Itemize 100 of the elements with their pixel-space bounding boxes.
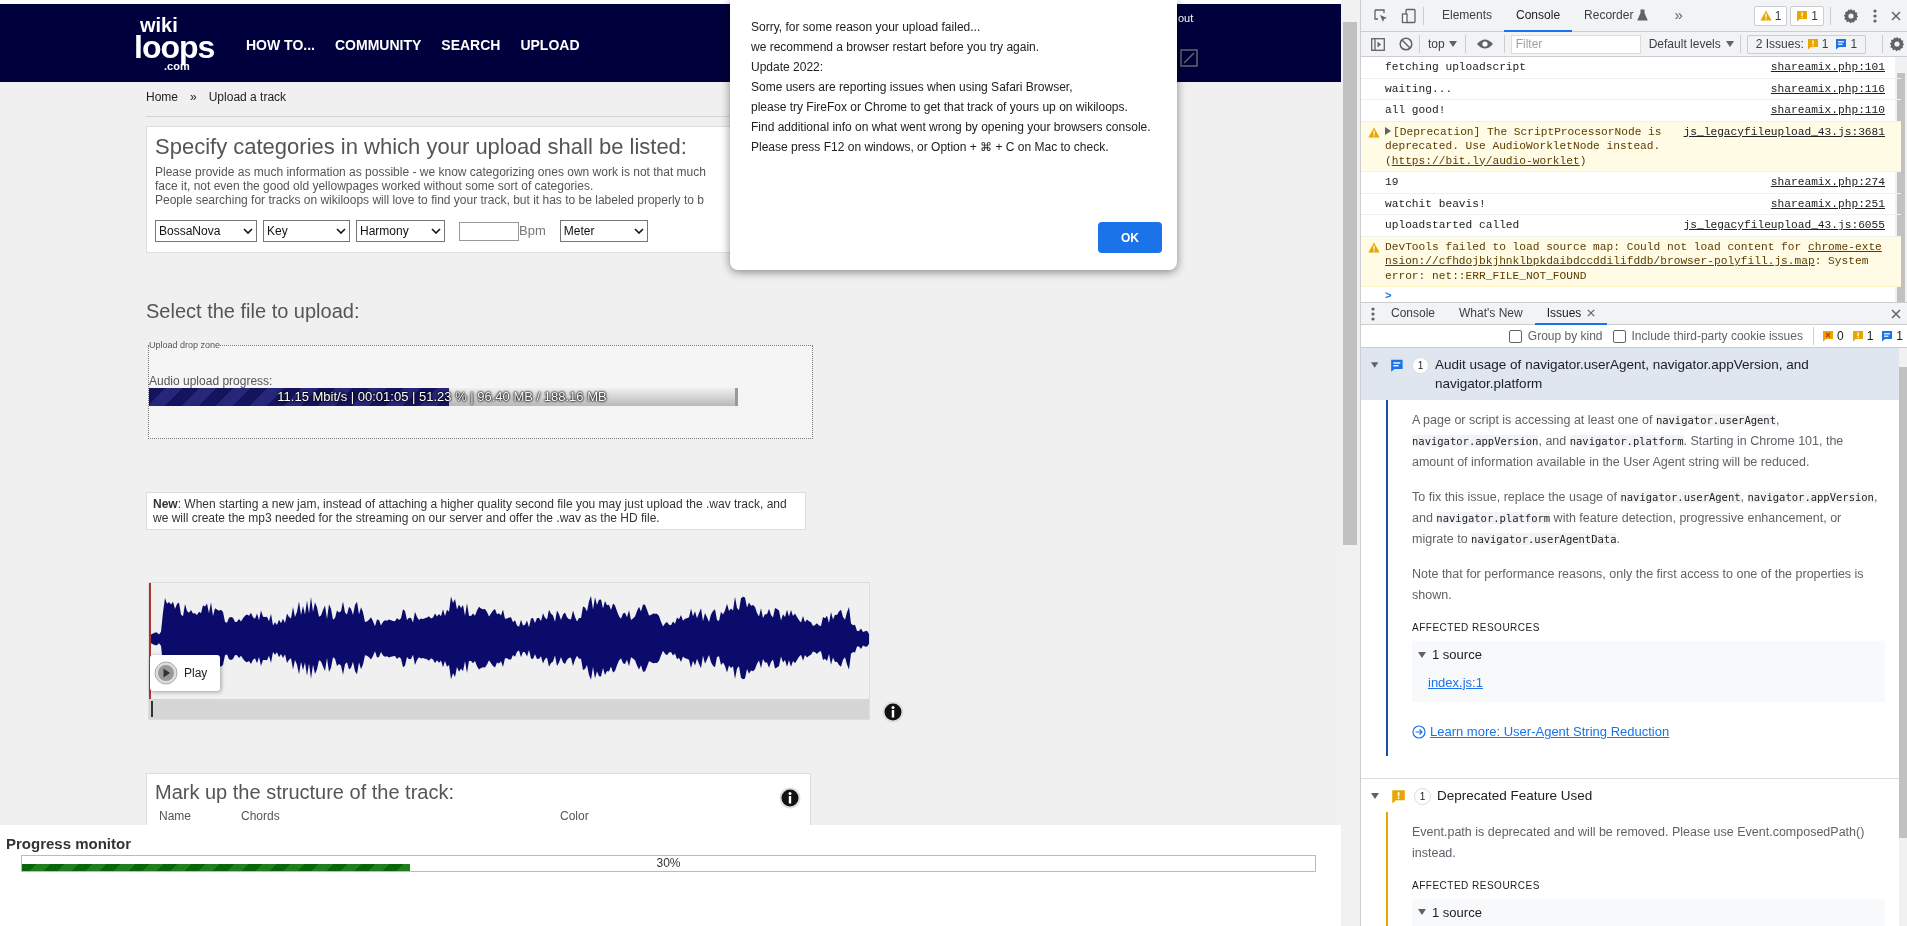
drawer-tab[interactable]: Console xyxy=(1379,302,1448,325)
checkbox-option[interactable]: Include third-party cookie issues xyxy=(1612,327,1803,345)
play-button[interactable]: Play xyxy=(150,655,220,691)
issue-header[interactable]: 1 Audit usage of navigator.userAgent, navigator.appVersion, and navigator.platform xyxy=(1361,348,1899,400)
levels-dropdown[interactable]: Default levels xyxy=(1648,35,1734,53)
close-icon[interactable] xyxy=(1587,308,1596,317)
console-message: uploadstarted called xyxy=(1385,218,1521,233)
caret-icon xyxy=(1418,651,1426,658)
sources-toggle[interactable]: 1 source xyxy=(1418,645,1885,665)
menu-icon[interactable] xyxy=(1873,8,1877,23)
clear-icon[interactable] xyxy=(1399,37,1413,51)
issue-kind-icon xyxy=(1390,358,1405,373)
panel-tab[interactable]: Elements xyxy=(1430,0,1505,32)
dropdown[interactable]: Harmony xyxy=(356,220,445,242)
device-icon[interactable] xyxy=(1401,7,1417,24)
issues-scrollbar[interactable] xyxy=(1899,367,1907,838)
info-issue-icon xyxy=(1881,330,1894,342)
caret-icon xyxy=(1418,909,1426,916)
section-label: AFFECTED RESOURCES xyxy=(1412,878,1541,893)
console-message: waiting... xyxy=(1385,81,1454,96)
logo-text[interactable]: wiki xyxy=(140,14,226,35)
console-message: watchit beavis! xyxy=(1385,196,1487,211)
column-header: Chords xyxy=(241,808,281,825)
console-message: [Deprecation] The ScriptProcessorNode is deprecated. Use AudioWorkletNode instead. (https://bit.ly/audio-worklet) xyxy=(1385,124,1663,168)
dropdown[interactable]: Key xyxy=(263,220,350,242)
seek-marker xyxy=(151,701,153,717)
caret-icon xyxy=(1725,41,1734,47)
inspect-icon[interactable] xyxy=(1373,7,1389,24)
section-label: AFFECTED RESOURCES xyxy=(1412,621,1541,635)
expand-icon[interactable] xyxy=(1385,126,1391,135)
description-text: face it, not even the good old yellowpages worked without some sort of categories. xyxy=(155,179,595,193)
section-title: Mark up the structure of the track: xyxy=(155,780,454,805)
dialog-text: Update 2022: xyxy=(751,59,825,76)
drawer-tab[interactable]: What's New xyxy=(1447,302,1535,325)
info-icon[interactable] xyxy=(882,701,904,723)
issue-title: Audit usage of navigator.userAgent, navigator.appVersion, and navigator.platform xyxy=(1435,356,1810,393)
breadcrumb-link[interactable]: Home xyxy=(146,88,178,106)
filter-field[interactable]: Filter xyxy=(1510,34,1641,54)
console-message: all good! xyxy=(1385,103,1447,118)
breadcrumb-separator: » xyxy=(190,89,197,106)
source-link[interactable]: shareamix.php:110 xyxy=(1770,103,1885,118)
close-icon[interactable] xyxy=(1891,308,1901,319)
source-link[interactable]: index.js:1 xyxy=(1428,672,1483,692)
dropdown[interactable]: Meter xyxy=(559,220,648,242)
more-tabs-button[interactable]: » xyxy=(1674,4,1683,27)
nav-link[interactable]: COMMUNITY xyxy=(334,34,422,56)
issue-count: 0 xyxy=(1836,328,1844,345)
panel-tab[interactable]: Recorder xyxy=(1572,0,1661,32)
drawer-tab[interactable]: Issues xyxy=(1534,302,1608,325)
bpm-input-field[interactable] xyxy=(459,221,519,241)
dialog-text: Please press F12 on windows, or Option + ⌘ + C on Mac to check. xyxy=(751,139,1110,156)
chevron-icon xyxy=(633,228,644,234)
context-dropdown[interactable]: top xyxy=(1426,35,1459,53)
close-icon[interactable] xyxy=(1891,10,1901,21)
error-issue-icon xyxy=(1821,330,1834,342)
eye-icon[interactable] xyxy=(1475,38,1494,50)
issue-description: Note that for performance reasons, only the first access to one of the properties is shown. xyxy=(1412,566,1865,604)
caret-icon xyxy=(1371,792,1379,799)
nav-link[interactable]: HOW TO... xyxy=(246,34,315,56)
settings-icon[interactable] xyxy=(1843,7,1859,24)
menu-icon[interactable] xyxy=(1371,306,1375,321)
issue-kind-icon xyxy=(1391,788,1406,804)
info-icon[interactable] xyxy=(779,787,801,809)
dialog-text: we recommend a browser restart before you try again. xyxy=(751,39,1041,56)
column-header: Name xyxy=(159,808,192,825)
issues-badge[interactable]: 1 xyxy=(1790,5,1824,26)
dialog-text: Find additional info on what went wrong by opening your browsers console. xyxy=(751,119,1152,136)
nav-link[interactable]: SEARCH xyxy=(441,34,501,56)
progress-label: Audio upload progress: xyxy=(149,374,274,388)
source-link[interactable]: js_legacyfileupload_43.js:6055 xyxy=(1683,218,1885,233)
issues-button[interactable]: 2 Issues: 1 1 xyxy=(1746,34,1867,54)
dropdown[interactable]: BossaNova xyxy=(155,220,257,242)
console-message: fetching uploadscript xyxy=(1385,60,1527,75)
issue-icon xyxy=(1806,38,1819,50)
console-message: 19 xyxy=(1385,175,1400,190)
breadcrumb-link[interactable]: Upload a track xyxy=(208,88,287,106)
page-scrollbar[interactable] xyxy=(1343,22,1357,545)
description-text: Please provide as much information as possible - we know categorizing ones own work is not that much xyxy=(155,165,707,179)
settings-icon[interactable] xyxy=(1889,36,1905,52)
unit-label: Bpm xyxy=(519,222,546,241)
checkbox-option[interactable]: Group by kind xyxy=(1508,327,1603,345)
description-text: People searching for tracks on wikiloops will love to find your track, but it has to be labeled properly to b xyxy=(155,193,705,207)
account-link[interactable]: out xyxy=(1178,10,1194,27)
play-icon xyxy=(154,661,178,685)
edit-icon[interactable] xyxy=(1180,49,1198,67)
source-link[interactable]: shareamix.php:101 xyxy=(1770,60,1885,75)
nav-link[interactable]: UPLOAD xyxy=(520,34,580,56)
source-link[interactable]: shareamix.php:116 xyxy=(1770,81,1885,96)
learn-more-link[interactable]: Learn more: User-Agent String Reduction xyxy=(1412,722,1670,742)
dialog-text: Some users are reporting issues when using Safari Browser, xyxy=(751,79,1074,96)
sidebar-icon[interactable] xyxy=(1371,37,1385,51)
console-message: DevTools failed to load source map: Could not load content for chrome-extension://cfhdojbkjhnklbpkdaibdccddilifddb/browser-polyfill.js.map: System error: net::ERR_FILE_NOT_FOUND xyxy=(1385,239,1883,283)
dialog-text: please try FireFox or Chrome to get that track of yours up on wikiloops. xyxy=(751,99,1129,116)
notice-text: New: When starting a new jam, instead of attaching a higher quality second file you may just upload the .wav track, and we will create the mp3 needed for the streaming on our server and offer the .wav as the HD file. xyxy=(146,492,806,530)
warnings-badge[interactable]: 1 xyxy=(1753,5,1788,26)
ok-button[interactable]: OK xyxy=(1098,222,1162,253)
warning-icon xyxy=(1368,126,1380,138)
source-link[interactable]: shareamix.php:251 xyxy=(1770,196,1885,211)
source-link[interactable]: shareamix.php:274 xyxy=(1770,175,1885,190)
source-link[interactable]: js_legacyfileupload_43.js:3681 xyxy=(1683,124,1885,139)
